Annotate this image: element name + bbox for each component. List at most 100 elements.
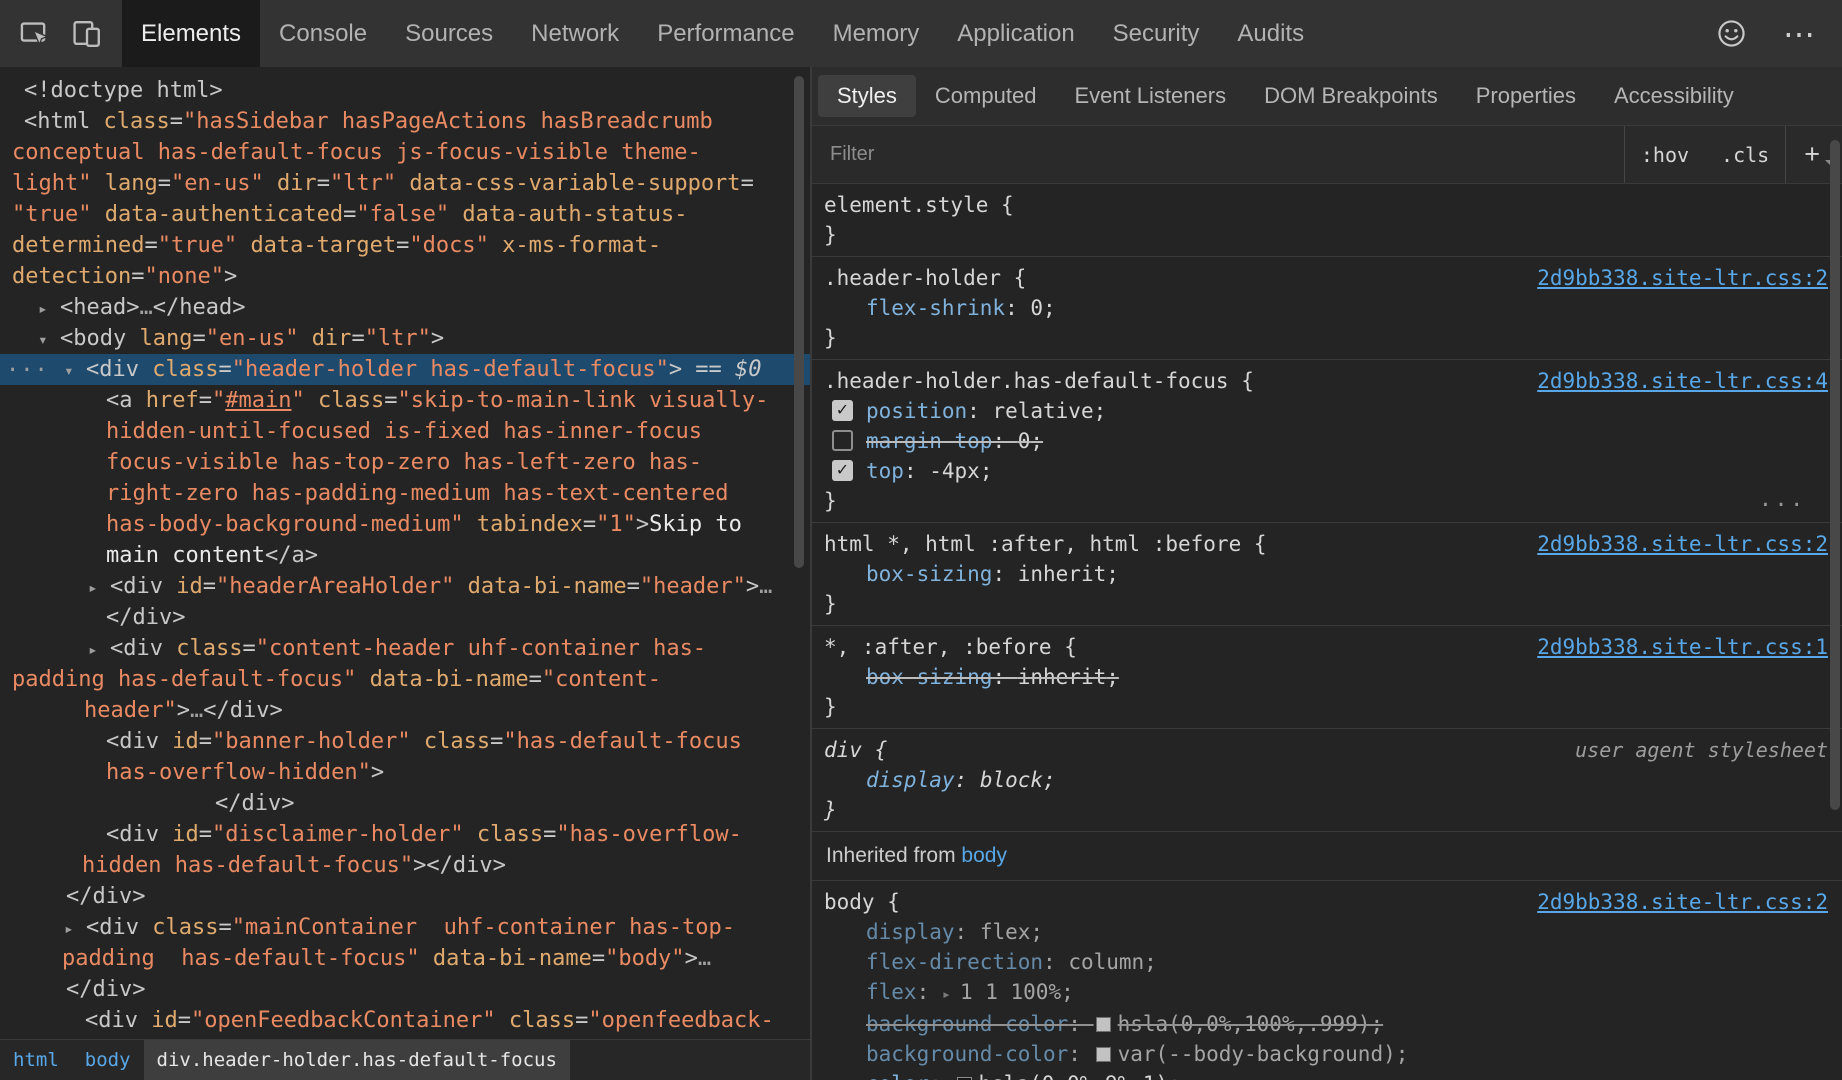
dom-node[interactable]: </div> <box>0 974 810 1005</box>
styles-tab-dom-breakpoints[interactable]: DOM Breakpoints <box>1245 75 1457 117</box>
rule-selector[interactable]: .header-holder.has-default-focus <box>824 369 1229 393</box>
dom-node[interactable]: "true" data-authenticated="false" data-a… <box>0 199 810 230</box>
style-rule: *, :after, :before {2d9bb338.site-ltr.cs… <box>812 626 1842 729</box>
dom-node[interactable]: ▸<div id="headerAreaHolder" data-bi-name… <box>0 571 810 602</box>
css-property[interactable]: background-color: var(--body-background)… <box>824 1039 1830 1069</box>
dom-node[interactable]: </div> <box>0 881 810 912</box>
property-checkbox[interactable]: ✓ <box>832 400 853 421</box>
styles-sidebar: StylesComputedEvent ListenersDOM Breakpo… <box>812 67 1842 1080</box>
node-options-dots[interactable]: ... <box>6 349 49 380</box>
tab-memory[interactable]: Memory <box>814 0 939 67</box>
style-rule: element.style {} <box>812 184 1842 257</box>
dom-node[interactable]: has-overflow-hidden"> <box>0 757 810 788</box>
color-swatch[interactable] <box>1096 1017 1111 1032</box>
inspect-icon[interactable] <box>12 11 58 57</box>
css-property[interactable]: box-sizing: inherit; <box>824 662 1830 692</box>
tab-application[interactable]: Application <box>938 0 1093 67</box>
styles-tab-accessibility[interactable]: Accessibility <box>1595 75 1753 117</box>
css-property[interactable]: flex-direction: column; <box>824 947 1830 977</box>
tab-audits[interactable]: Audits <box>1218 0 1323 67</box>
dom-node[interactable]: padding has-default-focus" data-bi-name=… <box>0 943 810 974</box>
more-menu-icon[interactable]: ⋯ <box>1776 11 1822 57</box>
css-property[interactable]: ✓position: relative; <box>824 396 1830 426</box>
stylesheet-link[interactable]: 2d9bb338.site-ltr.css:2 <box>1537 529 1828 559</box>
styles-tabs: StylesComputedEvent ListenersDOM Breakpo… <box>812 67 1842 126</box>
dom-node[interactable]: has-body-background-medium" tabindex="1"… <box>0 509 810 540</box>
dom-node[interactable]: </div> <box>0 602 810 633</box>
dom-node[interactable]: ▸<div class="mainContainer uhf-container… <box>0 912 810 943</box>
property-checkbox[interactable] <box>832 430 853 451</box>
tab-network[interactable]: Network <box>512 0 638 67</box>
css-property[interactable]: ✓top: -4px; <box>824 456 1830 486</box>
breadcrumb-item-html[interactable]: html <box>0 1040 72 1080</box>
dom-node[interactable]: <!doctype html> <box>0 75 810 106</box>
css-property[interactable]: display: block; <box>824 765 1830 795</box>
tab-performance[interactable]: Performance <box>638 0 813 67</box>
dom-node[interactable]: <a href="#main" class="skip-to-main-link… <box>0 385 810 416</box>
dom-node[interactable]: </div> <box>0 788 810 819</box>
stylesheet-link[interactable]: 2d9bb338.site-ltr.css:2 <box>1537 263 1828 293</box>
more-glyph: ⋯ <box>1783 18 1815 50</box>
rule-selector[interactable]: div <box>824 738 862 762</box>
rule-selector[interactable]: element.style <box>824 193 988 217</box>
dom-node[interactable]: light" lang="en-us" dir="ltr" data-css-v… <box>0 168 810 199</box>
property-checkbox[interactable]: ✓ <box>832 460 853 481</box>
dom-node[interactable]: ▾<body lang="en-us" dir="ltr"> <box>0 323 810 354</box>
styles-tab-styles[interactable]: Styles <box>818 75 916 117</box>
dom-node[interactable]: padding has-default-focus" data-bi-name=… <box>0 664 810 695</box>
css-property[interactable]: box-sizing: inherit; <box>824 559 1830 589</box>
tab-security[interactable]: Security <box>1094 0 1219 67</box>
stylesheet-origin: user agent stylesheet <box>1575 735 1828 765</box>
dom-node[interactable]: <div id="disclaimer-holder" class="has-o… <box>0 819 810 850</box>
styles-tab-event-listeners[interactable]: Event Listeners <box>1055 75 1245 117</box>
styles-filter-input[interactable] <box>812 126 1624 183</box>
feedback-smiley-icon[interactable] <box>1708 11 1754 57</box>
toggle-element-state-button[interactable]: :hov <box>1625 126 1705 183</box>
rule-selector[interactable]: body <box>824 890 875 914</box>
tab-console[interactable]: Console <box>260 0 386 67</box>
rule-selector[interactable]: html *, html :after, html :before <box>824 532 1241 556</box>
tab-elements[interactable]: Elements <box>122 0 260 67</box>
dom-node[interactable]: hidden has-default-focus"></div> <box>0 850 810 881</box>
css-property[interactable]: flex: ▸ 1 1 100%; <box>824 977 1830 1009</box>
dom-tree-scrollbar[interactable] <box>794 76 804 568</box>
breadcrumb-item-body[interactable]: body <box>72 1040 144 1080</box>
device-toolbar-icon[interactable] <box>64 11 110 57</box>
dom-node[interactable]: conceptual has-default-focus js-focus-vi… <box>0 137 810 168</box>
dom-node[interactable]: detection="none"> <box>0 261 810 292</box>
dom-node[interactable]: right-zero has-padding-medium has-text-c… <box>0 478 810 509</box>
element-classes-button[interactable]: .cls <box>1705 126 1785 183</box>
rule-selector[interactable]: *, :after, :before <box>824 635 1052 659</box>
stylesheet-link[interactable]: 2d9bb338.site-ltr.css:4 <box>1537 366 1828 396</box>
dom-node[interactable]: hidden-until-focused is-fixed has-inner-… <box>0 416 810 447</box>
css-property[interactable]: display: flex; <box>824 917 1830 947</box>
breadcrumb-item-div-header-holder-has-default-focus[interactable]: div.header-holder.has-default-focus <box>144 1040 570 1080</box>
rule-more-button[interactable]: ... <box>1759 484 1806 514</box>
dom-node[interactable]: <html class="hasSidebar hasPageActions h… <box>0 106 810 137</box>
styles-scrollbar[interactable] <box>1830 140 1840 810</box>
inherited-node-link[interactable]: body <box>961 844 1007 867</box>
styles-tab-computed[interactable]: Computed <box>916 75 1056 117</box>
dom-node[interactable]: ▸<head>…</head> <box>0 292 810 323</box>
dom-node[interactable]: ▸<div class="content-header uhf-containe… <box>0 633 810 664</box>
css-property[interactable]: margin-top: 0; <box>824 426 1830 456</box>
stylesheet-link[interactable]: 2d9bb338.site-ltr.css:1 <box>1537 632 1828 662</box>
dom-tree: <!doctype html><html class="hasSidebar h… <box>0 67 810 1067</box>
dom-node[interactable]: main content</a> <box>0 540 810 571</box>
css-property[interactable]: color: hsla(0,0%,9%,1); <box>824 1069 1830 1080</box>
color-swatch[interactable] <box>1096 1047 1111 1062</box>
styles-tab-properties[interactable]: Properties <box>1457 75 1595 117</box>
dom-node[interactable]: <div id="openFeedbackContainer" class="o… <box>0 1005 810 1036</box>
dom-node[interactable]: header">…</div> <box>0 695 810 726</box>
dom-node-selected[interactable]: ...▾<div class="header-holder has-defaul… <box>0 354 810 385</box>
stylesheet-link[interactable]: 2d9bb338.site-ltr.css:2 <box>1537 887 1828 917</box>
dom-node[interactable]: <div id="banner-holder" class="has-defau… <box>0 726 810 757</box>
rule-selector[interactable]: .header-holder <box>824 266 1001 290</box>
dom-node[interactable]: determined="true" data-target="docs" x-m… <box>0 230 810 261</box>
elements-panel: <!doctype html><html class="hasSidebar h… <box>0 67 810 1080</box>
pseudo-class-group: :hov .cls <box>1624 126 1785 183</box>
css-property[interactable]: flex-shrink: 0; <box>824 293 1830 323</box>
tab-sources[interactable]: Sources <box>386 0 512 67</box>
css-property[interactable]: background-color: hsla(0,0%,100%,.999); <box>824 1009 1830 1039</box>
dom-node[interactable]: focus-visible has-top-zero has-left-zero… <box>0 447 810 478</box>
